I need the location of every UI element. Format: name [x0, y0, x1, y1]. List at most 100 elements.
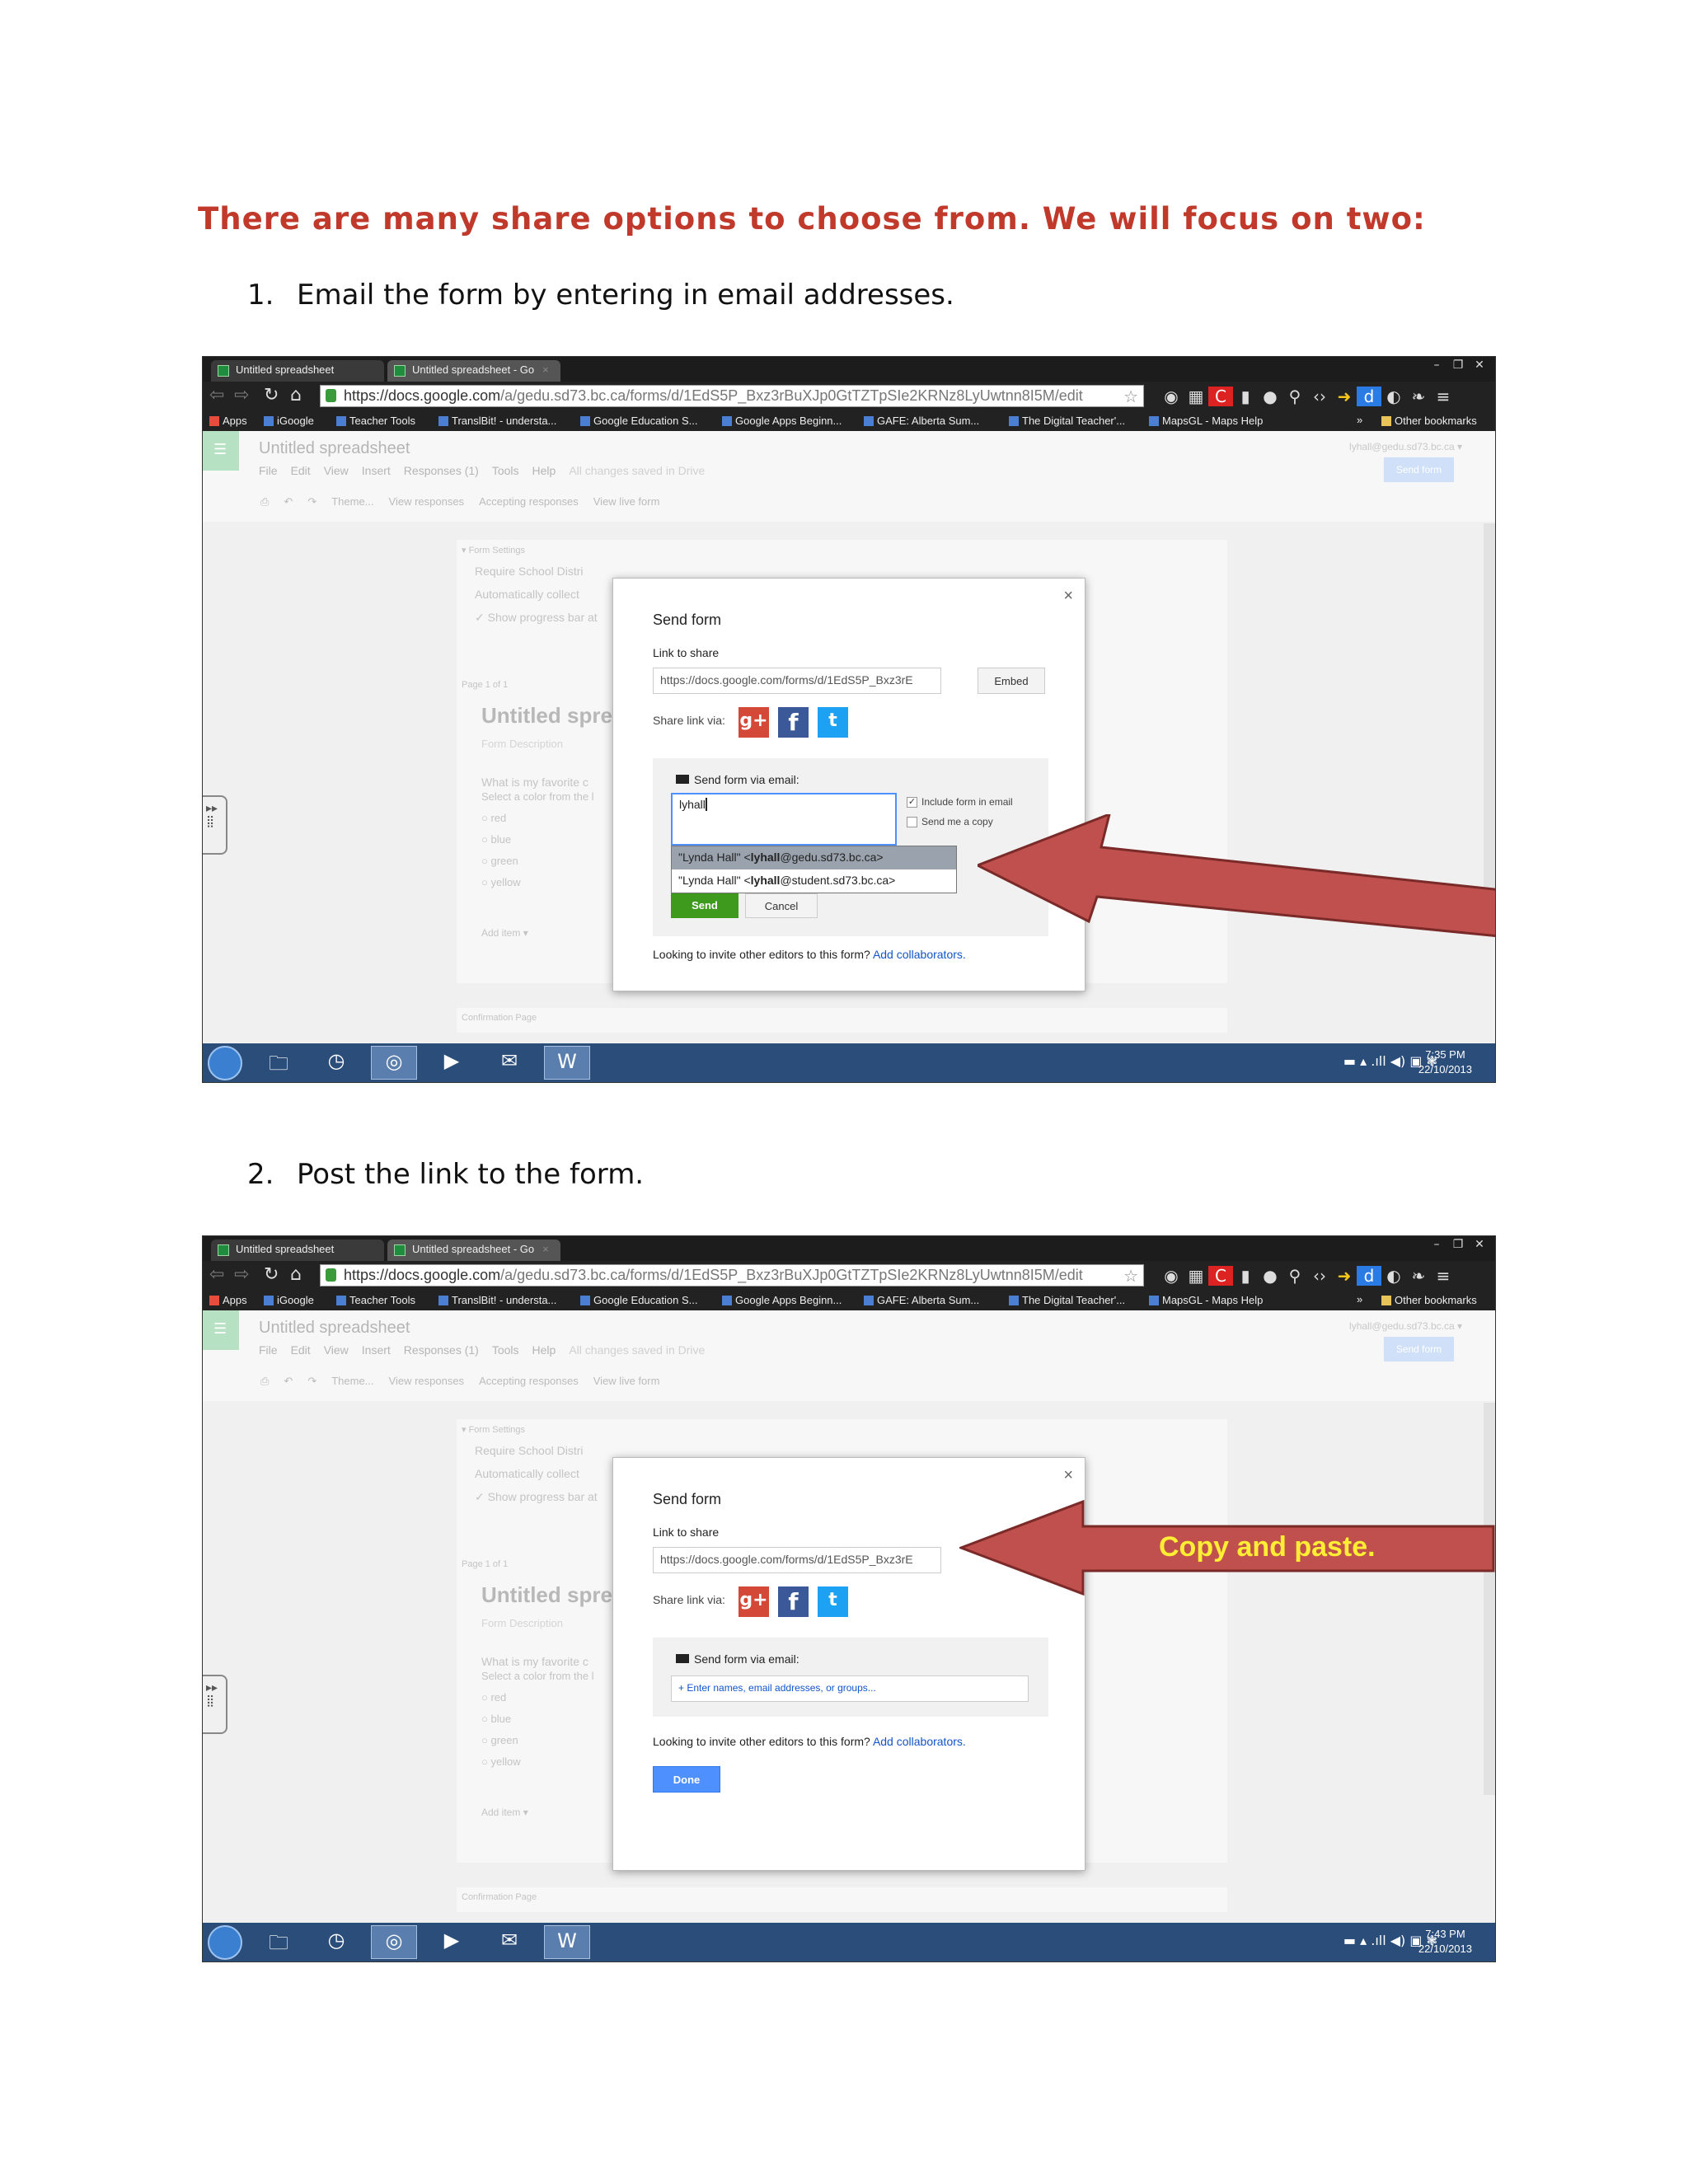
mail-icon[interactable]: ✉ [486, 1925, 532, 1959]
view-responses-button[interactable]: View responses [389, 495, 465, 508]
theme-button[interactable]: Theme... [331, 1375, 373, 1387]
option-green[interactable]: ○ green [481, 855, 518, 867]
start-orb-icon[interactable] [208, 1925, 242, 1960]
google-plus-icon[interactable]: g+ [738, 1586, 769, 1617]
bookmark-digital-teacher[interactable]: The Digital Teacher'... [1007, 1294, 1125, 1306]
menu-insert[interactable]: Insert [362, 464, 391, 477]
google-plus-icon[interactable]: g+ [738, 707, 769, 738]
add-item-button[interactable]: Add item ▾ [481, 1807, 528, 1818]
share-link-field[interactable]: https://docs.google.com/forms/d/1EdS5P_B… [653, 1547, 941, 1573]
menu-view[interactable]: View [324, 1343, 349, 1357]
dialog-close-icon[interactable]: × [1063, 587, 1073, 606]
extension-icon[interactable]: ⚲ [1282, 1266, 1307, 1286]
chrome-icon[interactable]: ◎ [371, 1925, 417, 1959]
tab-close-icon[interactable]: × [542, 363, 549, 376]
clock-icon[interactable]: ◷ [313, 1925, 359, 1959]
document-title[interactable]: Untitled spreadsheet [259, 439, 410, 458]
code-icon[interactable]: ‹› [1307, 387, 1332, 406]
bookmarks-overflow[interactable]: » [1357, 414, 1362, 426]
menu-view[interactable]: View [324, 464, 349, 477]
setting-collect-username[interactable]: Automatically collect [475, 588, 579, 601]
view-live-form-button[interactable]: View live form [593, 495, 660, 508]
bookmark-igoogle[interactable]: iGoogle [262, 1294, 314, 1306]
add-collaborators-link[interactable]: Add collaborators. [873, 948, 966, 961]
extension-c-icon[interactable]: C [1208, 1266, 1233, 1286]
bookmark-mapsgl[interactable]: MapsGL - Maps Help [1147, 1294, 1263, 1306]
qr-icon[interactable]: ▦ [1184, 1266, 1208, 1286]
option-yellow[interactable]: ○ yellow [481, 1755, 521, 1768]
menu-help[interactable]: Help [532, 1343, 556, 1357]
form-title[interactable]: Untitled spre [481, 703, 612, 729]
bookmark-igoogle[interactable]: iGoogle [262, 415, 314, 427]
side-panel-handle[interactable]: ▸▸ ⣿ [203, 1675, 227, 1734]
form-description[interactable]: Form Description [481, 1617, 563, 1629]
option-yellow[interactable]: ○ yellow [481, 876, 521, 888]
question-title[interactable]: What is my favorite c [481, 1655, 588, 1668]
redo-icon[interactable]: ↷ [307, 1375, 316, 1387]
menu-icon[interactable]: ≡ [1431, 387, 1456, 406]
option-red[interactable]: ○ red [481, 1691, 506, 1704]
other-bookmarks[interactable]: Other bookmarks [1380, 1294, 1477, 1306]
reload-icon[interactable]: ↻ [264, 385, 279, 405]
tab-close-icon[interactable]: × [542, 1243, 549, 1255]
address-bar[interactable]: https://docs.google.com/a/gedu.sd73.bc.c… [320, 385, 1144, 407]
extension-c-icon[interactable]: C [1208, 387, 1233, 406]
undo-icon[interactable]: ↶ [284, 495, 293, 508]
facebook-icon[interactable]: f [778, 1586, 809, 1617]
form-settings-toggle[interactable]: ▾ Form Settings [462, 545, 525, 555]
option-blue[interactable]: ○ blue [481, 833, 511, 846]
setting-collect-username[interactable]: Automatically collect [475, 1467, 579, 1480]
media-player-icon[interactable]: ▶ [429, 1925, 475, 1959]
clock-icon[interactable]: ◷ [313, 1046, 359, 1080]
accepting-responses-button[interactable]: Accepting responses [479, 495, 579, 508]
extension-d-icon[interactable]: d [1357, 1266, 1381, 1286]
bookmark-teacher-tools[interactable]: Teacher Tools [335, 1294, 415, 1306]
option-blue[interactable]: ○ blue [481, 1713, 511, 1725]
menu-icon[interactable]: ≡ [1431, 1266, 1456, 1286]
setting-progress-bar[interactable]: ✓ Show progress bar at [475, 1490, 598, 1504]
facebook-icon[interactable]: f [778, 707, 809, 738]
browser-tab-2[interactable]: Untitled spreadsheet - Go × [387, 1240, 560, 1261]
word-icon[interactable]: W [544, 1046, 590, 1080]
form-settings-toggle[interactable]: ▾ Form Settings [462, 1424, 525, 1435]
leaf-icon[interactable]: ❧ [1406, 1266, 1431, 1286]
other-bookmarks[interactable]: Other bookmarks [1380, 415, 1477, 427]
setting-require-login[interactable]: Require School Distri [475, 565, 584, 578]
bookmark-translbit[interactable]: TranslBit! - understa... [437, 415, 556, 427]
side-panel-handle[interactable]: ▸▸ ⣿ [203, 795, 227, 855]
view-live-form-button[interactable]: View live form [593, 1375, 660, 1387]
menu-insert[interactable]: Insert [362, 1343, 391, 1357]
home-icon[interactable]: ⌂ [290, 1264, 302, 1285]
twitter-icon[interactable]: t [818, 1586, 848, 1617]
reload-icon[interactable]: ↻ [264, 1264, 279, 1285]
menu-help[interactable]: Help [532, 464, 556, 477]
bookmark-google-apps[interactable]: Google Apps Beginn... [720, 415, 842, 427]
suggestion-item[interactable]: "Lynda Hall" <lyhall@gedu.sd73.bc.ca> [672, 846, 956, 869]
code-icon[interactable]: ‹› [1307, 1266, 1332, 1286]
twitter-icon[interactable]: t [818, 707, 848, 738]
chrome-icon[interactable]: ◎ [371, 1046, 417, 1080]
extension-d-icon[interactable]: d [1357, 387, 1381, 406]
menu-edit[interactable]: Edit [291, 464, 311, 477]
extension-icon[interactable]: ◉ [1159, 1266, 1184, 1286]
menu-file[interactable]: File [259, 464, 278, 477]
document-title[interactable]: Untitled spreadsheet [259, 1319, 410, 1338]
bookmarks-overflow[interactable]: » [1357, 1293, 1362, 1305]
sheets-logo-icon[interactable] [203, 431, 239, 471]
accepting-responses-button[interactable]: Accepting responses [479, 1375, 579, 1387]
theme-button[interactable]: Theme... [331, 495, 373, 508]
option-red[interactable]: ○ red [481, 812, 506, 824]
bookmark-gafe[interactable]: GAFE: Alberta Sum... [862, 415, 979, 427]
include-form-checkbox[interactable]: ✓ Include form in email [907, 796, 1013, 808]
view-responses-button[interactable]: View responses [389, 1375, 465, 1387]
redo-icon[interactable]: ↷ [307, 495, 316, 508]
print-icon[interactable]: ⎙ [260, 495, 269, 508]
extension-icon[interactable]: ◐ [1381, 1266, 1406, 1286]
send-button[interactable]: Send [671, 893, 738, 918]
back-icon[interactable]: ⇦ [209, 385, 224, 405]
mail-icon[interactable]: ✉ [486, 1046, 532, 1080]
menu-responses[interactable]: Responses (1) [404, 1343, 479, 1357]
bookmark-teacher-tools[interactable]: Teacher Tools [335, 415, 415, 427]
close-window-button[interactable]: ✕ [1469, 1238, 1490, 1251]
extension-icon[interactable]: ⚲ [1282, 387, 1307, 406]
